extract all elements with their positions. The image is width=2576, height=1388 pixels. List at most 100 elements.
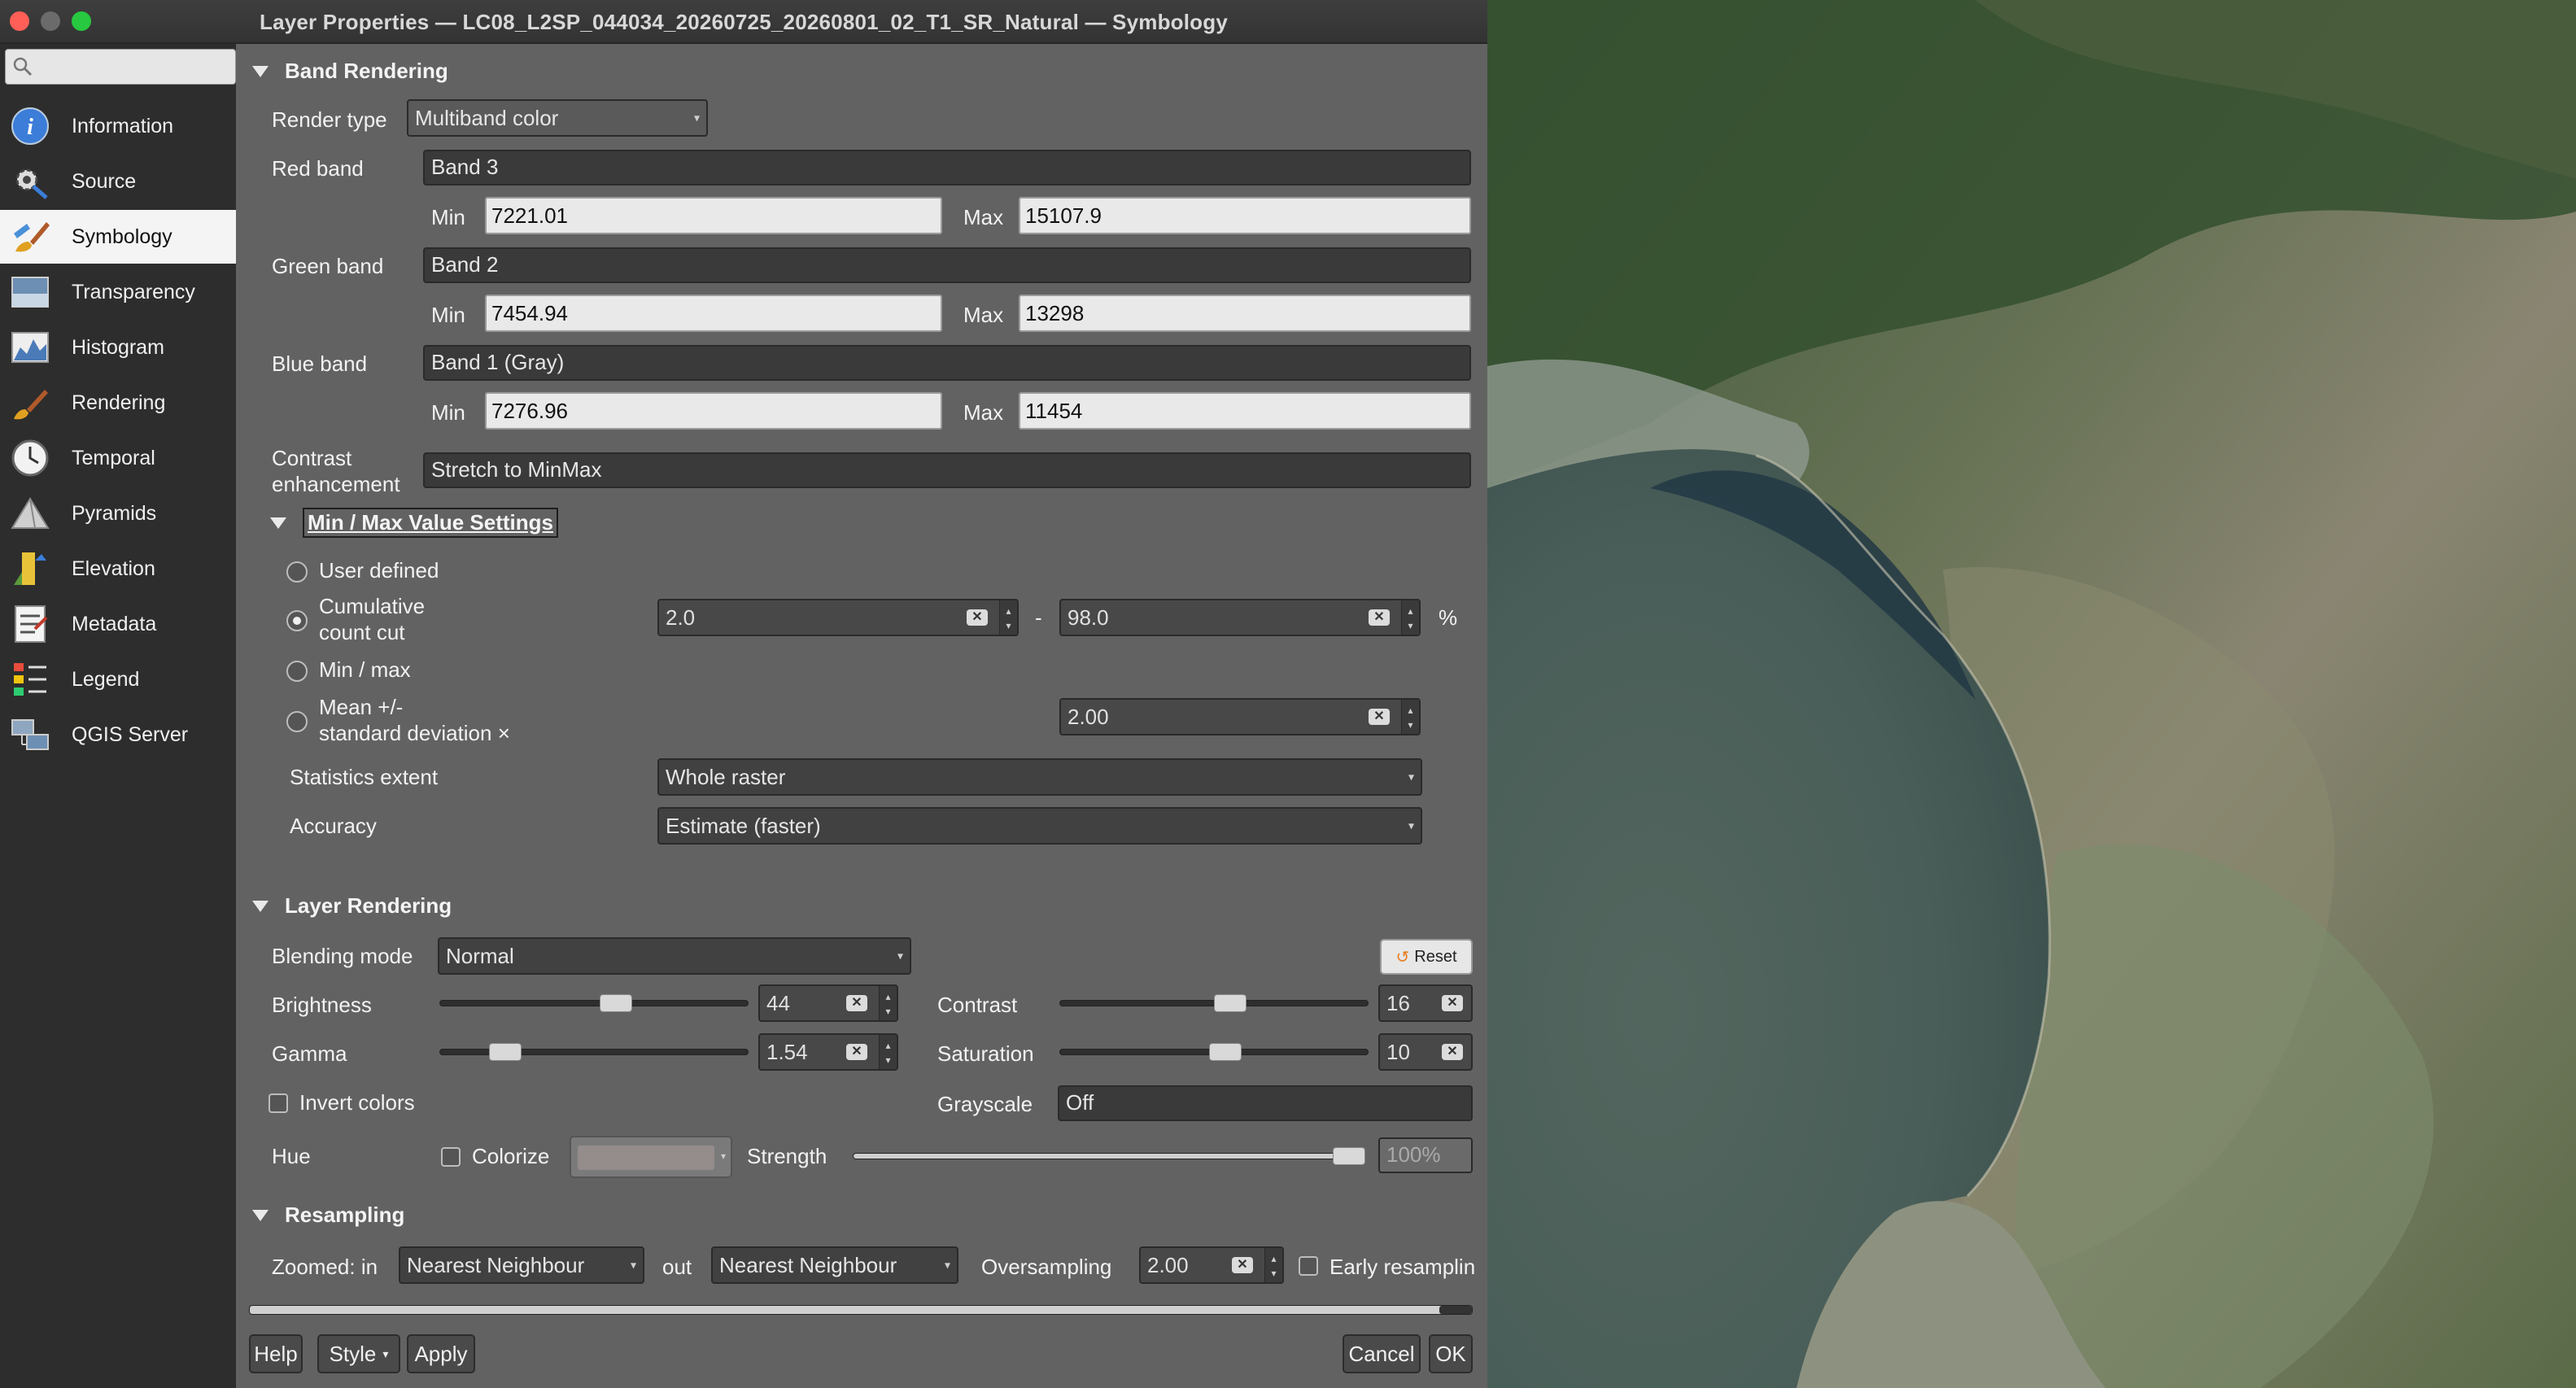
saturation-slider[interactable] [1059,1038,1369,1066]
sidebar-item-transparency[interactable]: Transparency [0,265,236,319]
clear-icon[interactable]: ✕ [967,609,988,626]
blending-mode-select[interactable]: Normal ▾ [438,937,911,975]
strength-slider[interactable] [853,1142,1365,1170]
cumulative-high-spinbox[interactable]: 98.0 ✕ ▴ ▾ [1059,599,1421,636]
band-rendering-header[interactable]: Band Rendering [252,59,448,84]
clear-icon[interactable]: ✕ [1442,1044,1463,1060]
sidebar-item-metadata[interactable]: Metadata [0,597,236,651]
green-band-select[interactable]: Band 2 [423,247,1471,283]
mean-stddev-radio[interactable] [286,711,308,732]
green-max-input[interactable]: 13298 [1019,295,1471,332]
clear-icon[interactable]: ✕ [846,1044,867,1060]
spin-value: 2.0 [666,605,696,630]
slider-handle[interactable] [1214,994,1247,1012]
contrast-enhancement-select[interactable]: Stretch to MinMax [423,452,1471,488]
sidebar-search-input[interactable] [5,49,236,85]
minmax-radio[interactable] [286,661,308,682]
render-type-select[interactable]: Multiband color ▾ [407,99,708,137]
colorize-color-button[interactable]: ▾ [570,1136,732,1178]
saturation-spinbox[interactable]: 10 ✕ [1378,1033,1473,1071]
sidebar-item-source[interactable]: Source [0,155,236,208]
cumulative-label-line2: count cut [319,620,405,644]
slider-handle[interactable] [1209,1043,1242,1061]
horizontal-scrollbar[interactable] [249,1305,1473,1315]
reset-button[interactable]: ↺ Reset [1380,939,1473,975]
section-title: Layer Rendering [285,893,452,918]
spin-arrows-icon[interactable]: ▴ ▾ [879,1035,897,1069]
brightness-slider[interactable] [439,989,749,1017]
slider-handle[interactable] [1333,1147,1365,1165]
sidebar-item-information[interactable]: i Information [0,99,236,153]
style-button[interactable]: Style ▾ [317,1334,400,1373]
spin-arrows-icon[interactable]: ▴ ▾ [999,600,1017,635]
accuracy-select[interactable]: Estimate (faster) ▾ [657,807,1422,845]
ok-button[interactable]: OK [1429,1334,1473,1373]
blue-band-select[interactable]: Band 1 (Gray) [423,345,1471,381]
blue-max-label: Max [963,400,1004,425]
grayscale-select[interactable]: Off [1058,1085,1473,1121]
user-defined-radio[interactable] [286,561,308,583]
sidebar-item-elevation[interactable]: Elevation [0,542,236,596]
contrast-slider[interactable] [1059,989,1369,1017]
cumulative-count-cut-radio[interactable] [286,610,308,631]
zoomed-in-label: Zoomed: in [272,1255,378,1279]
blue-min-label: Min [431,400,465,425]
source-gear-icon [8,159,52,203]
green-min-label: Min [431,303,465,327]
cancel-button[interactable]: Cancel [1343,1334,1421,1373]
green-min-input[interactable]: 7454.94 [485,295,942,332]
layer-rendering-header[interactable]: Layer Rendering [252,893,452,919]
transparency-icon [8,270,52,314]
slider-handle[interactable] [600,994,632,1012]
range-dash: - [1035,605,1042,630]
apply-button[interactable]: Apply [407,1334,475,1373]
gamma-slider[interactable] [439,1038,749,1066]
resampling-header[interactable]: Resampling [252,1202,404,1228]
sidebar-item-pyramids[interactable]: Pyramids [0,487,236,540]
clear-icon[interactable]: ✕ [1369,609,1390,626]
clear-icon[interactable]: ✕ [1442,995,1463,1011]
spin-arrows-icon[interactable]: ▴ ▾ [879,986,897,1020]
spin-arrows-icon[interactable]: ▴ ▾ [1401,700,1419,734]
clear-icon[interactable]: ✕ [846,995,867,1011]
spin-arrows-icon[interactable]: ▴ ▾ [1264,1248,1282,1282]
sidebar-item-legend[interactable]: Legend [0,653,236,706]
colorize-checkbox[interactable] [441,1147,461,1167]
red-max-input[interactable]: 15107.9 [1019,197,1471,234]
contrast-enhancement-label-line1: Contrast [272,446,352,470]
cumulative-low-spinbox[interactable]: 2.0 ✕ ▴ ▾ [657,599,1019,636]
contrast-spinbox[interactable]: 16 ✕ [1378,984,1473,1022]
zoomed-out-select[interactable]: Nearest Neighbour ▾ [711,1246,958,1284]
paintbrush-icon [8,215,52,259]
stddev-spinbox[interactable]: 2.00 ✕ ▴ ▾ [1059,698,1421,735]
scrollbar-thumb[interactable] [1439,1306,1472,1314]
raster-map-canvas[interactable] [1487,0,2576,1388]
zoomed-in-select[interactable]: Nearest Neighbour ▾ [399,1246,644,1284]
red-band-select[interactable]: Band 3 [423,150,1471,186]
slider-track [439,1000,749,1006]
clear-icon[interactable]: ✕ [1369,709,1390,725]
sidebar-item-symbology[interactable]: Symbology [0,210,236,264]
invert-colors-checkbox[interactable] [269,1093,288,1113]
minmax-settings-header[interactable]: Min / Max Value Settings [270,508,558,538]
oversampling-spinbox[interactable]: 2.00 ✕ ▴ ▾ [1139,1246,1284,1284]
collapse-arrow-icon [252,900,269,912]
sidebar-item-temporal[interactable]: Temporal [0,431,236,485]
help-button[interactable]: Help [249,1334,303,1373]
red-min-input[interactable]: 7221.01 [485,197,942,234]
blue-max-input[interactable]: 11454 [1019,392,1471,430]
sidebar-item-rendering[interactable]: Rendering [0,376,236,430]
chevron-down-icon: ▾ [897,949,903,962]
early-resampling-checkbox[interactable] [1299,1256,1318,1276]
title-bar: Layer Properties — LC08_L2SP_044034_2026… [0,0,1487,44]
sidebar-item-histogram[interactable]: Histogram [0,321,236,374]
slider-handle[interactable] [489,1043,522,1061]
sidebar-item-qgis-server[interactable]: QGIS Server [0,708,236,762]
statistics-extent-select[interactable]: Whole raster ▾ [657,758,1422,796]
spin-arrows-icon[interactable]: ▴ ▾ [1401,600,1419,635]
clear-icon[interactable]: ✕ [1232,1257,1253,1273]
strength-spinbox[interactable]: 100% [1378,1137,1473,1173]
brightness-spinbox[interactable]: 44 ✕ ▴ ▾ [758,984,898,1022]
blue-min-input[interactable]: 7276.96 [485,392,942,430]
gamma-spinbox[interactable]: 1.54 ✕ ▴ ▾ [758,1033,898,1071]
